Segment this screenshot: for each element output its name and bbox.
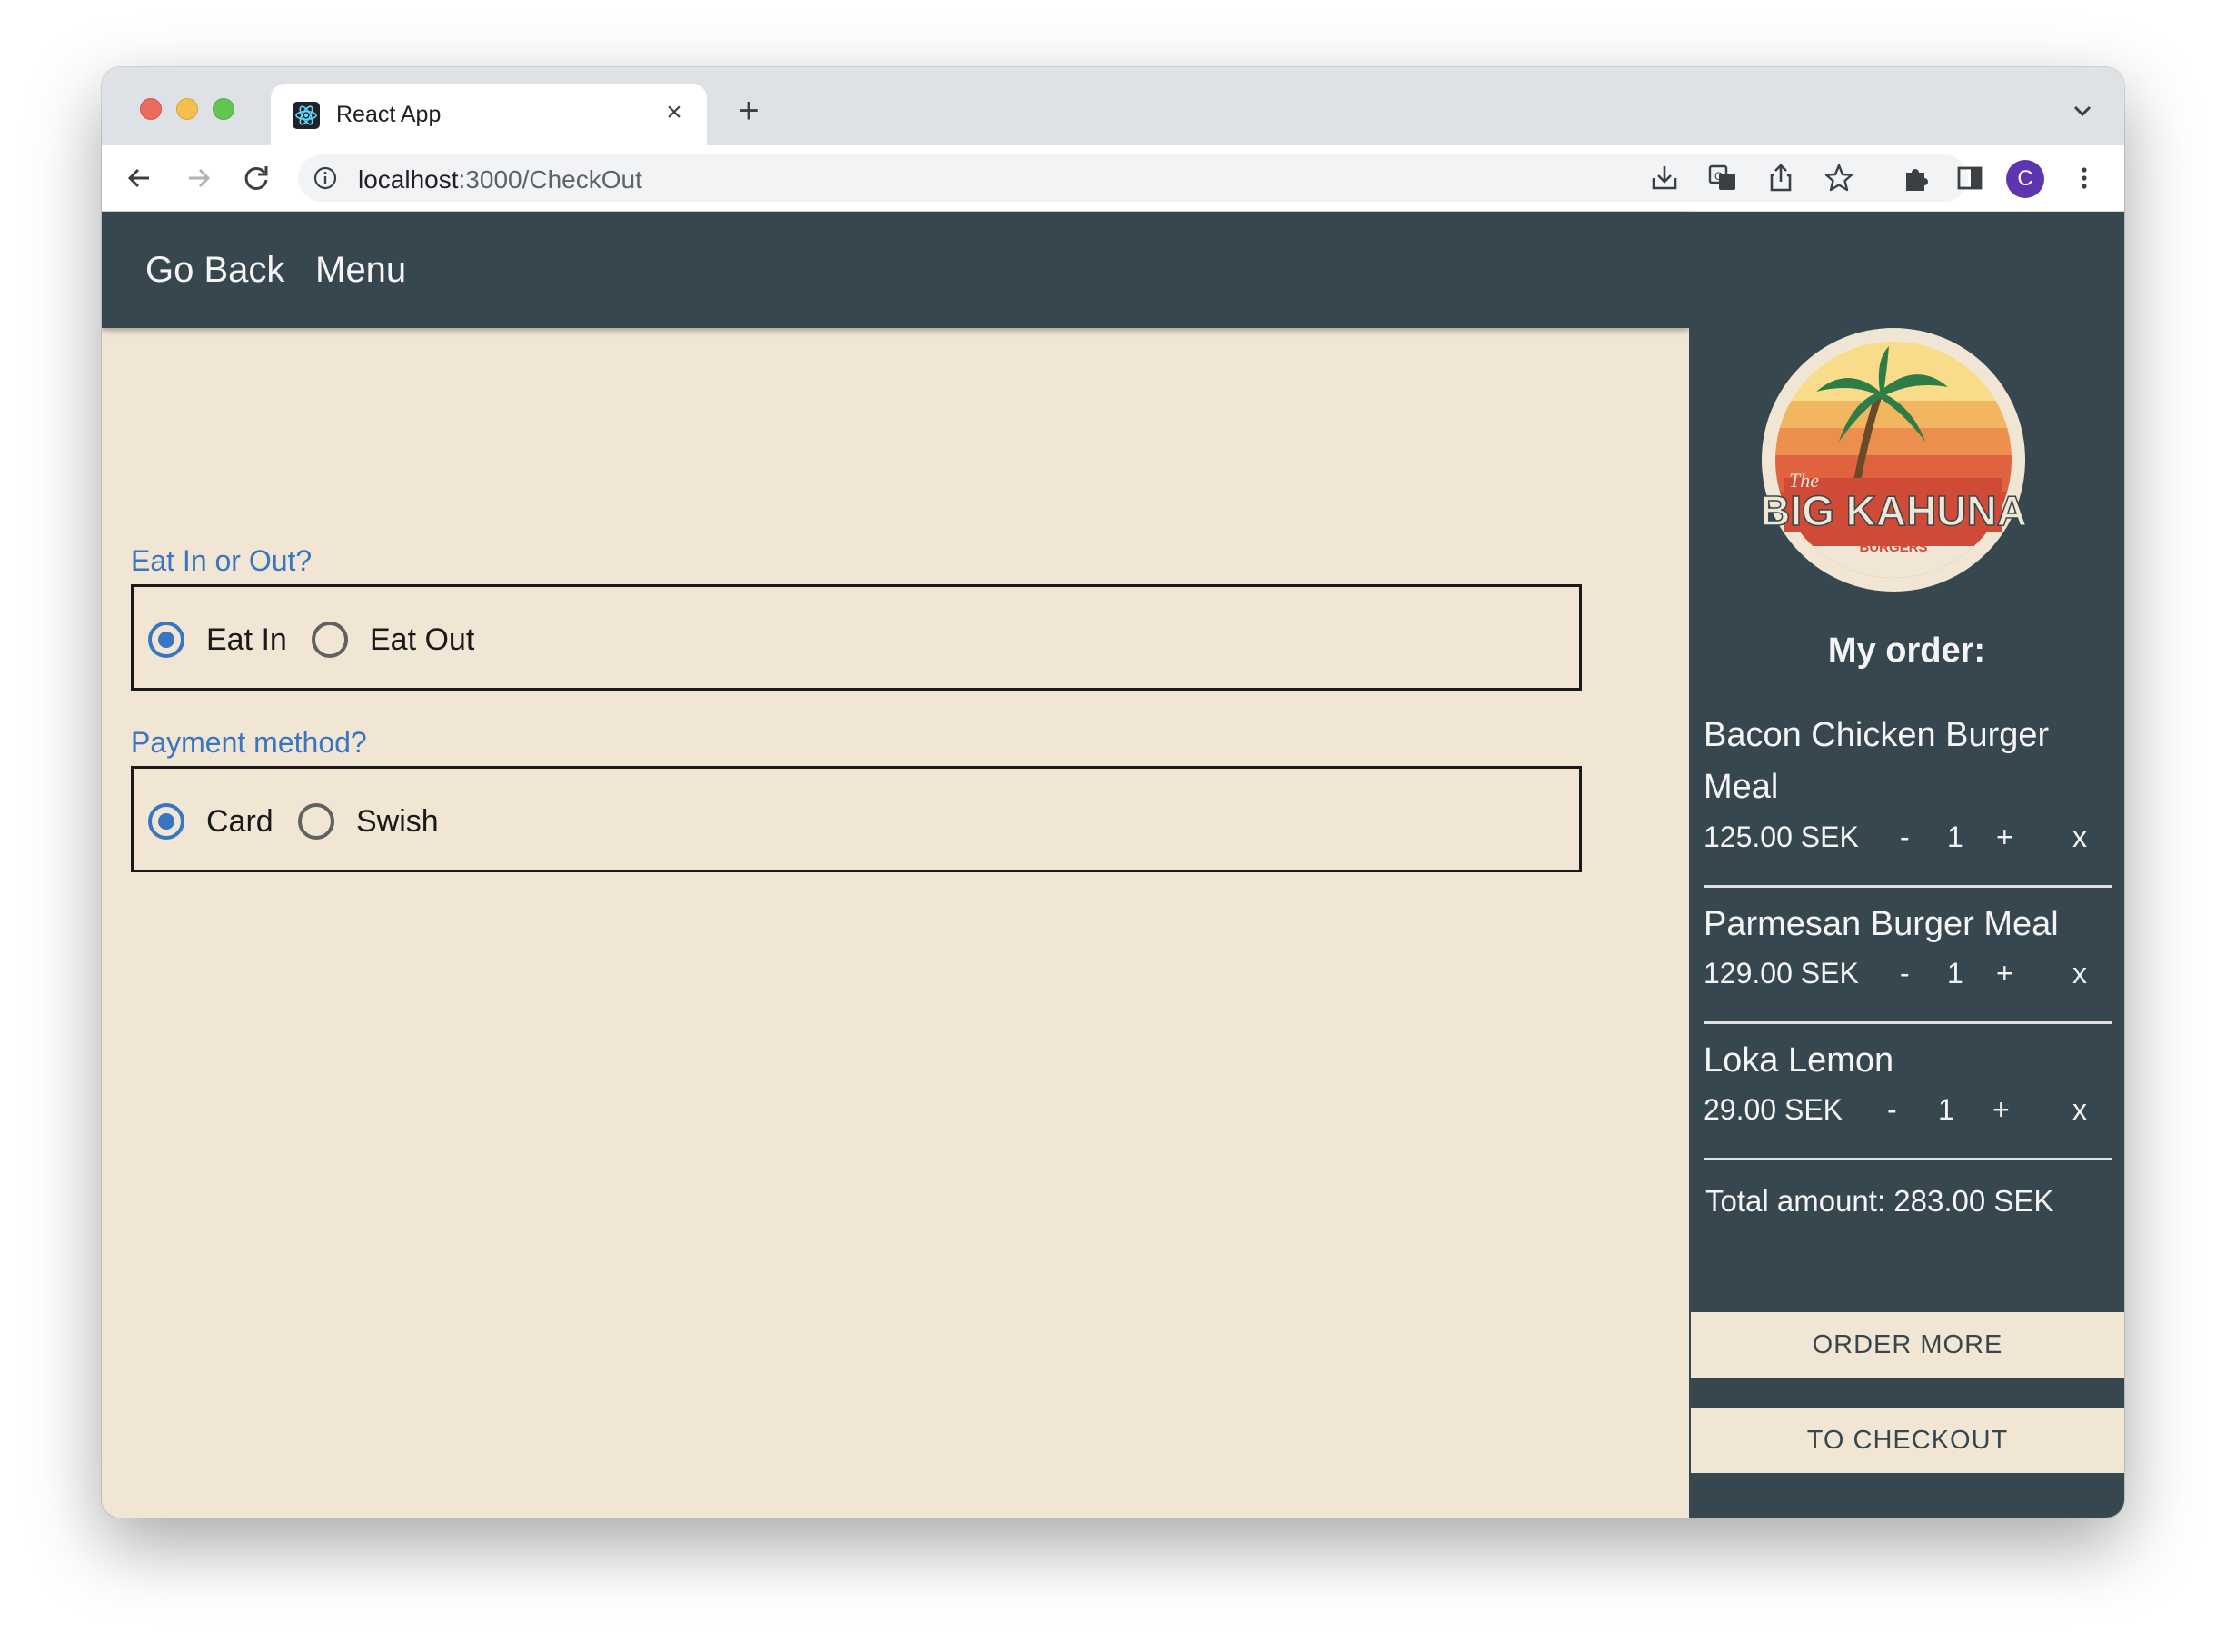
to-checkout-button[interactable]: TO CHECKOUT [1691, 1408, 2124, 1473]
page: Go Back Menu Eat In or Out? Eat In Eat O… [102, 212, 2124, 1518]
remove-item-button[interactable]: x [2072, 1093, 2087, 1127]
remove-item-button[interactable]: x [2072, 821, 2087, 854]
swish-label[interactable]: Swish [356, 803, 439, 840]
order-sidebar: The BIG KAHUNA BURGERS My order: Bacon C… [1689, 212, 2124, 1518]
reload-icon[interactable] [236, 158, 276, 198]
order-total: Total amount: 283.00 SEK [1705, 1184, 2054, 1218]
decrease-qty-button[interactable]: - [1900, 957, 1910, 990]
item-price: 125.00 SEK [1704, 821, 1859, 853]
eat-in-label[interactable]: Eat In [206, 622, 287, 658]
close-tab-icon[interactable]: × [658, 96, 691, 129]
item-quantity: 1 [1947, 957, 1963, 990]
increase-qty-button[interactable]: + [1992, 1093, 2010, 1127]
decrease-qty-button[interactable]: - [1887, 1093, 1897, 1127]
logo-text-big-kahuna: BIG KAHUNA [1762, 487, 2025, 534]
eat-out-radio[interactable] [312, 622, 348, 658]
order-item-row: 125.00 SEK - 1 + x [1704, 821, 2112, 857]
install-icon[interactable] [1646, 160, 1683, 196]
order-item-name: Loka Lemon [1704, 1041, 1894, 1080]
minimize-window-button[interactable] [176, 98, 198, 120]
browser-tab[interactable]: React App × [271, 84, 707, 145]
kebab-menu-icon[interactable] [2066, 160, 2102, 196]
eat-out-label[interactable]: Eat Out [370, 622, 474, 658]
big-kahuna-logo: The BIG KAHUNA BURGERS [1759, 328, 2028, 592]
dining-label: Eat In or Out? [131, 544, 313, 577]
dining-radio-group: Eat In Eat Out [131, 584, 1582, 691]
svg-text:G: G [1714, 170, 1723, 183]
maximize-window-button[interactable] [213, 98, 234, 120]
profile-avatar[interactable]: C [2006, 160, 2044, 198]
divider [1704, 1021, 2112, 1024]
eat-in-radio[interactable] [148, 622, 184, 658]
order-title: My order: [1827, 632, 1986, 670]
item-price: 29.00 SEK [1704, 1093, 1843, 1126]
payment-radio-group: Card Swish [131, 766, 1582, 872]
tab-title: React App [336, 102, 442, 127]
order-item-row: 129.00 SEK - 1 + x [1704, 957, 2112, 993]
info-icon[interactable] [313, 165, 338, 191]
menu-link[interactable]: Menu [315, 250, 406, 291]
extensions-icon[interactable] [1897, 160, 1933, 196]
divider [1704, 1158, 2112, 1160]
increase-qty-button[interactable]: + [1996, 957, 2013, 990]
bookmark-star-icon[interactable] [1821, 160, 1857, 196]
order-item-name: Parmesan Burger Meal [1704, 905, 2059, 943]
side-panel-icon[interactable] [1952, 160, 1988, 196]
payment-label: Payment method? [131, 726, 367, 759]
remove-item-button[interactable]: x [2072, 957, 2087, 990]
increase-qty-button[interactable]: + [1996, 821, 2013, 854]
browser-toolbar: localhost:3000/CheckOut G C [102, 145, 2124, 212]
react-icon [293, 102, 320, 129]
decrease-qty-button[interactable]: - [1900, 821, 1910, 854]
order-item-row: 29.00 SEK - 1 + x [1704, 1093, 2112, 1130]
chevron-down-icon[interactable] [2066, 95, 2099, 127]
logo-text-burgers: BURGERS [1859, 540, 1927, 555]
item-quantity: 1 [1947, 821, 1963, 853]
go-back-link[interactable]: Go Back [145, 250, 284, 291]
url-text: localhost:3000/CheckOut [358, 165, 642, 194]
share-icon[interactable] [1763, 160, 1799, 196]
app-bar: Go Back Menu [102, 212, 1689, 328]
close-window-button[interactable] [140, 98, 162, 120]
card-radio[interactable] [148, 803, 184, 840]
divider [1704, 885, 2112, 888]
swish-radio[interactable] [298, 803, 334, 840]
card-label[interactable]: Card [206, 803, 273, 840]
forward-arrow-icon[interactable] [178, 158, 218, 198]
browser-window: React App × + localhost:3000/CheckOut G … [102, 67, 2124, 1518]
item-quantity: 1 [1938, 1093, 1954, 1126]
tab-strip: React App × + [102, 67, 2124, 145]
new-tab-icon[interactable]: + [729, 93, 769, 133]
translate-icon[interactable]: G [1704, 160, 1741, 196]
order-more-button[interactable]: ORDER MORE [1691, 1312, 2124, 1378]
order-item-name: Bacon Chicken Burger Meal [1704, 716, 2050, 806]
item-price: 129.00 SEK [1704, 957, 1859, 990]
back-arrow-icon[interactable] [120, 158, 160, 198]
